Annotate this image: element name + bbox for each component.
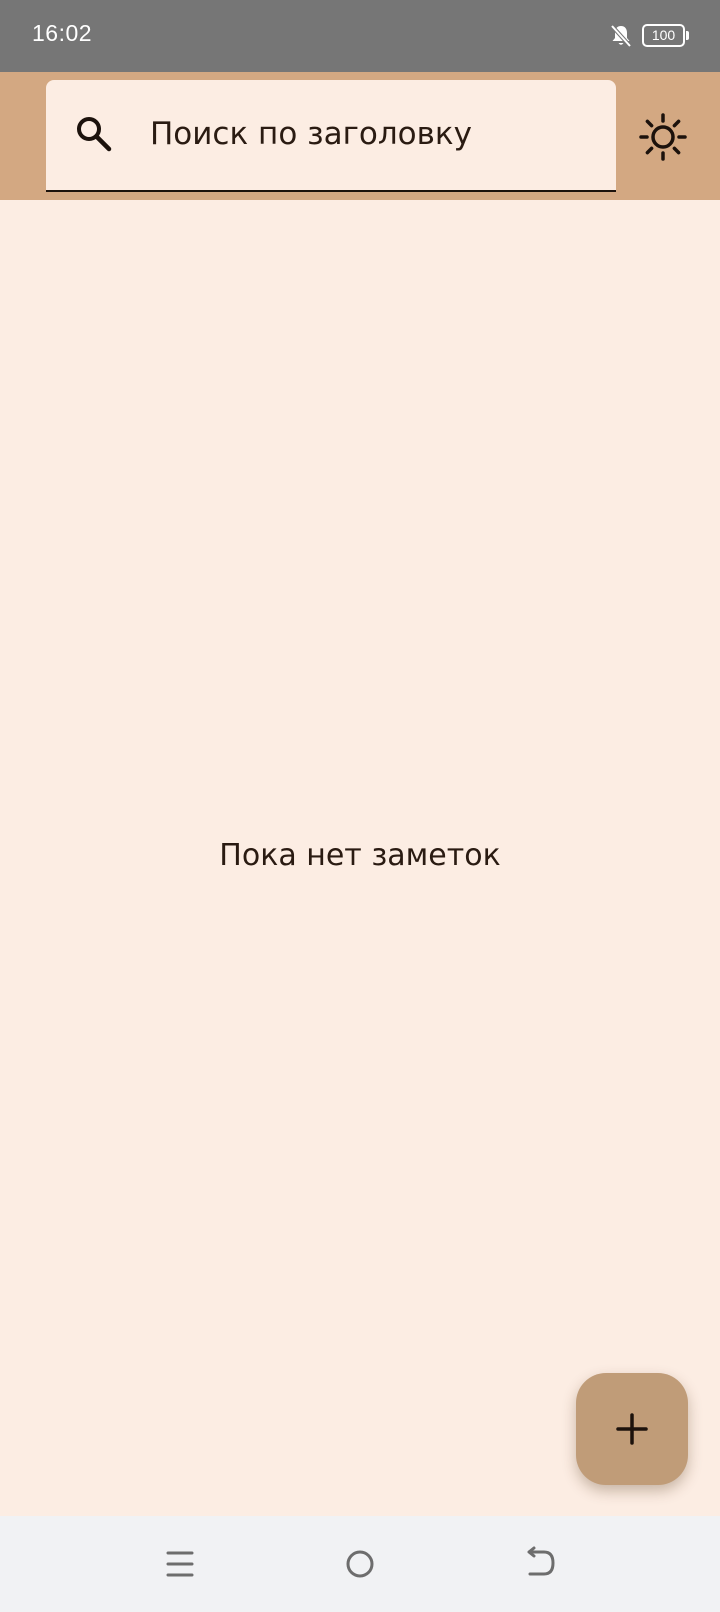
- battery-level: 100: [642, 24, 685, 47]
- search-icon: [74, 114, 114, 154]
- system-navigation-bar: [0, 1516, 720, 1612]
- search-field[interactable]: Поиск по заголовку: [46, 80, 616, 192]
- battery-icon: 100: [642, 24, 689, 47]
- search-placeholder: Поиск по заголовку: [150, 116, 472, 152]
- empty-state-text: Пока нет заметок: [219, 838, 501, 873]
- top-app-bar: Поиск по заголовку: [0, 72, 720, 200]
- bell-off-icon: [610, 24, 632, 48]
- menu-icon[interactable]: [160, 1546, 200, 1582]
- sun-icon: [639, 113, 687, 161]
- theme-toggle-button[interactable]: [638, 112, 688, 162]
- back-icon[interactable]: [520, 1546, 560, 1582]
- status-time: 16:02: [32, 20, 93, 46]
- notes-screen: 16:02 100 Поиск по заголовку Пока нет за…: [0, 0, 720, 1612]
- plus-icon: [616, 1413, 648, 1445]
- home-icon[interactable]: [340, 1546, 380, 1582]
- battery-tip: [686, 31, 689, 40]
- status-bar: 16:02 100: [0, 0, 720, 72]
- add-note-button[interactable]: [576, 1373, 688, 1485]
